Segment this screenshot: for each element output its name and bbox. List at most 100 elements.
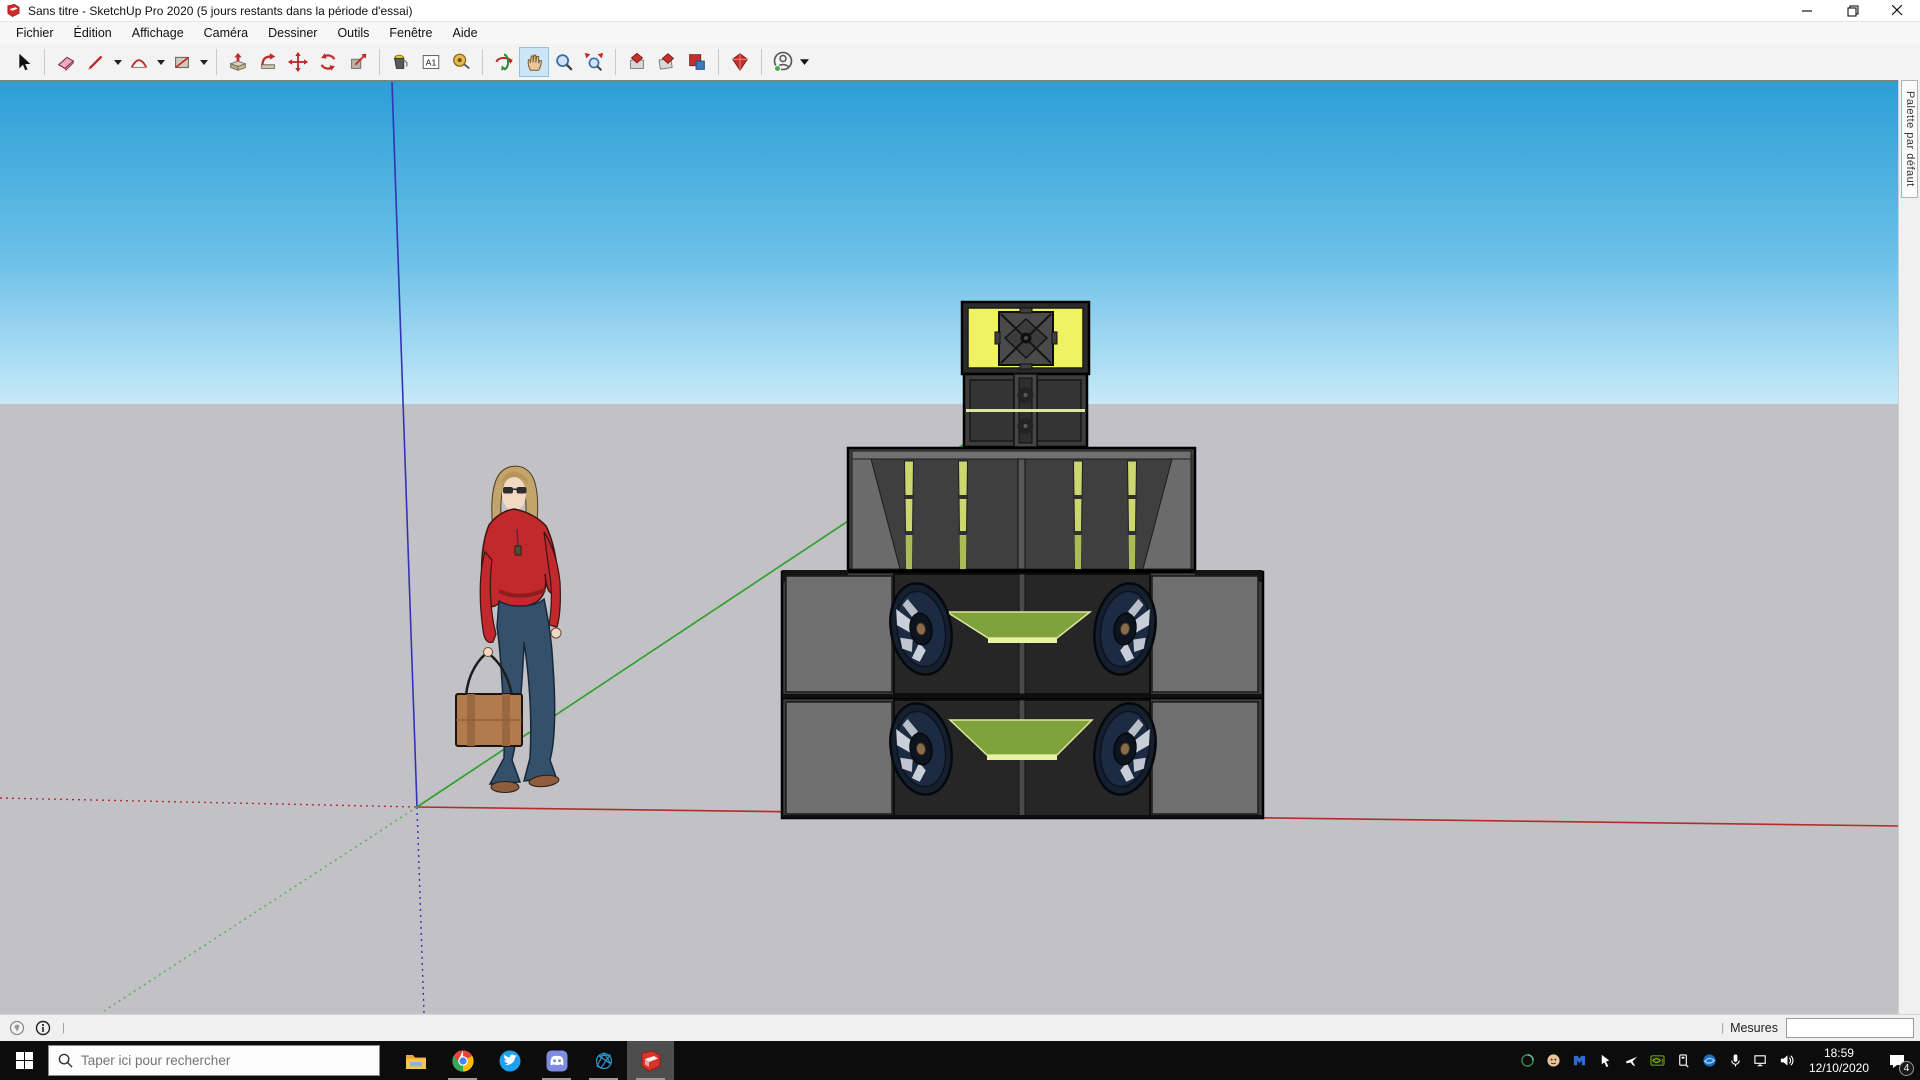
measurements-input[interactable]	[1786, 1018, 1914, 1038]
left-shoe	[491, 782, 519, 793]
taskbar-discord[interactable]	[533, 1041, 580, 1080]
close-button[interactable]	[1875, 0, 1920, 21]
text-tool-button[interactable]: A1	[416, 47, 446, 77]
follow-me-tool-button[interactable]	[253, 47, 283, 77]
extension-warehouse-gem-icon	[729, 51, 751, 73]
share-model-icon	[656, 51, 678, 73]
paint-bucket-tool-button[interactable]	[386, 47, 416, 77]
rotate-tool-button[interactable]	[313, 47, 343, 77]
chevron-down-icon	[800, 59, 809, 65]
tray-malwarebytes-icon[interactable]	[1571, 1052, 1588, 1069]
menu-aide[interactable]: Aide	[443, 24, 488, 42]
subwoofer-rows	[782, 570, 1263, 818]
search-input[interactable]	[81, 1053, 331, 1068]
menu-fichier[interactable]: Fichier	[6, 24, 64, 42]
zoom-extents-tool-button[interactable]	[579, 47, 609, 77]
taskbar-search[interactable]	[48, 1045, 380, 1076]
statusbar-divider: |	[1721, 1022, 1724, 1034]
toolbar-separator	[761, 49, 762, 75]
sign-in-dropdown[interactable]	[798, 47, 811, 77]
send-to-layout-button[interactable]	[682, 47, 712, 77]
mid-cabinet	[964, 374, 1087, 447]
line-tool-dropdown[interactable]	[111, 47, 124, 77]
discord-icon	[544, 1048, 570, 1074]
system-tray: ! 18:59 12/10/2020 4	[1519, 1041, 1920, 1080]
toolbar-separator	[718, 49, 719, 75]
rectangle-shape-icon	[171, 51, 193, 73]
toolbar: A1	[0, 44, 1920, 80]
taskbar-twitter[interactable]	[486, 1041, 533, 1080]
default-tray-tab[interactable]: Palette par défaut	[1901, 80, 1918, 198]
move-tool-button[interactable]	[283, 47, 313, 77]
menu-outils[interactable]: Outils	[327, 24, 379, 42]
minimize-button[interactable]	[1785, 0, 1830, 21]
3d-warehouse-icon	[626, 51, 648, 73]
move-arrows-icon	[287, 51, 309, 73]
orbit-icon	[493, 51, 515, 73]
geolocation-button[interactable]	[7, 1018, 27, 1038]
taskbar-chrome[interactable]	[439, 1041, 486, 1080]
taskbar-apps	[392, 1041, 674, 1080]
text-tool-icon: A1	[420, 51, 442, 73]
model-info-button[interactable]	[33, 1018, 53, 1038]
viewport-3d[interactable]	[0, 80, 1898, 1014]
menu-affichage[interactable]: Affichage	[122, 24, 194, 42]
menu-edition[interactable]: Édition	[64, 24, 122, 42]
notification-center-button[interactable]: 4	[1882, 1046, 1912, 1076]
horn-cabinet	[962, 302, 1089, 374]
taskbar-3d-app[interactable]	[580, 1041, 627, 1080]
select-tool-button[interactable]	[8, 47, 38, 77]
extension-warehouse-button[interactable]	[725, 47, 755, 77]
sign-in-button[interactable]	[768, 47, 798, 77]
orbit-tool-button[interactable]	[489, 47, 519, 77]
taskbar-clock[interactable]: 18:59 12/10/2020	[1809, 1046, 1869, 1076]
chevron-down-icon	[200, 60, 208, 65]
menu-fenetre[interactable]: Fenêtre	[379, 24, 442, 42]
notification-badge: 4	[1899, 1061, 1914, 1076]
eraser-tool-button[interactable]	[51, 47, 81, 77]
pendant-cord	[517, 529, 518, 546]
tray-usb-icon[interactable]	[1675, 1052, 1692, 1069]
window-title: Sans titre - SketchUp Pro 2020 (5 jours …	[28, 4, 1785, 18]
tape-measure-tool-button[interactable]	[446, 47, 476, 77]
tray-cursor-icon[interactable]	[1597, 1052, 1614, 1069]
pan-tool-button[interactable]	[519, 47, 549, 77]
zoom-tool-button[interactable]	[549, 47, 579, 77]
line-tool-button[interactable]	[81, 47, 111, 77]
minimize-icon	[1802, 5, 1813, 16]
tray-strip: Palette par défaut	[1898, 80, 1920, 1014]
tray-trimble-icon[interactable]	[1701, 1052, 1718, 1069]
tray-green-circle-icon[interactable]	[1519, 1052, 1536, 1069]
tray-volume-icon[interactable]	[1779, 1052, 1796, 1069]
toolbar-separator	[615, 49, 616, 75]
magnifier-icon	[553, 51, 575, 73]
tray-plane-icon[interactable]	[1623, 1052, 1640, 1069]
scoop-horn-row	[848, 448, 1195, 570]
shapes-tool-button[interactable]	[167, 47, 197, 77]
pencil-line-icon	[85, 51, 107, 73]
taskbar-file-explorer[interactable]	[392, 1041, 439, 1080]
taskbar-sketchup[interactable]	[627, 1041, 674, 1080]
3d-warehouse-button[interactable]	[622, 47, 652, 77]
clock-date: 12/10/2020	[1809, 1061, 1869, 1076]
tray-avatar-icon[interactable]	[1545, 1052, 1562, 1069]
toolbar-separator	[482, 49, 483, 75]
tray-microphone-icon[interactable]	[1727, 1052, 1744, 1069]
svg-text:!: !	[1662, 1058, 1664, 1065]
rotate-arrows-icon	[317, 51, 339, 73]
restore-button[interactable]	[1830, 0, 1875, 21]
chevron-down-icon	[157, 60, 165, 65]
menu-dessiner[interactable]: Dessiner	[258, 24, 327, 42]
tray-nvidia-icon[interactable]: !	[1649, 1052, 1666, 1069]
start-button[interactable]	[0, 1041, 48, 1080]
sketchup-logo-icon	[6, 3, 21, 18]
share-model-button[interactable]	[652, 47, 682, 77]
arc-tool-button[interactable]	[124, 47, 154, 77]
scale-tool-button[interactable]	[343, 47, 373, 77]
menu-camera[interactable]: Caméra	[194, 24, 258, 42]
statusbar-divider: |	[62, 1022, 65, 1034]
shapes-tool-dropdown[interactable]	[197, 47, 210, 77]
arc-tool-dropdown[interactable]	[154, 47, 167, 77]
tray-network-icon[interactable]	[1753, 1052, 1770, 1069]
push-pull-tool-button[interactable]	[223, 47, 253, 77]
